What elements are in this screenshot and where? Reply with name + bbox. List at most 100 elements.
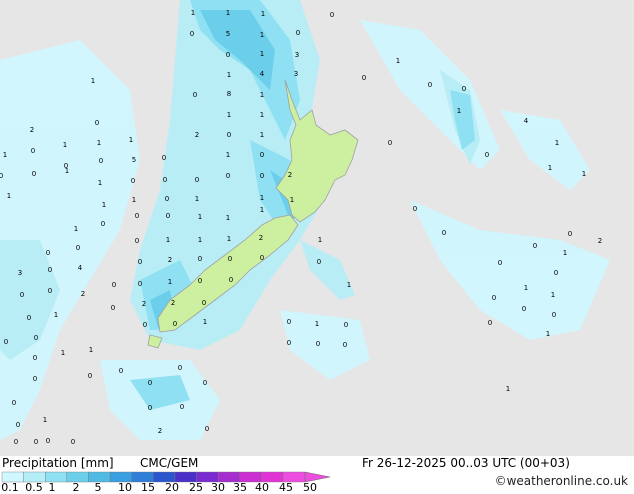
station-value: 1 xyxy=(74,225,78,233)
station-value: 0 xyxy=(166,212,170,220)
station-value: 1 xyxy=(260,31,264,39)
station-value: 0 xyxy=(138,280,142,288)
station-value: 3 xyxy=(295,51,299,59)
station-value: 0 xyxy=(27,314,31,322)
station-value: 1 xyxy=(551,291,555,299)
station-value: 0 xyxy=(162,154,166,162)
station-value: 5 xyxy=(226,30,230,38)
precipitation-map: 1 1 1000 5 10 1 31 4 3 010 08 10121 102 0 1141 1 11 0100 5… xyxy=(0,0,634,456)
station-value: 1 xyxy=(524,284,528,292)
station-value: 1 xyxy=(546,330,550,338)
station-value: 1 xyxy=(168,278,172,286)
station-value: 1 xyxy=(198,213,202,221)
station-value: 2 xyxy=(171,299,175,307)
station-value: 0 xyxy=(32,170,36,178)
station-value: 0 xyxy=(88,372,92,380)
station-value: 0 xyxy=(485,151,489,159)
station-value: 1 xyxy=(582,170,586,178)
credit-text[interactable]: ©weatheronline.co.uk xyxy=(495,474,628,488)
station-value: 0 xyxy=(343,341,347,349)
station-value: 1 xyxy=(347,281,351,289)
station-value: 2 xyxy=(30,126,34,134)
station-value: 3 xyxy=(18,269,22,277)
station-value: 1 xyxy=(226,9,230,17)
color-scale-tick-label: 40 xyxy=(255,481,269,494)
station-value: 0 xyxy=(180,403,184,411)
station-value: 0 xyxy=(111,304,115,312)
station-value: 0 xyxy=(138,258,142,266)
station-value: 1 xyxy=(226,151,230,159)
station-value: 1 xyxy=(506,385,510,393)
station-value: 1 xyxy=(226,214,230,222)
station-value: 1 xyxy=(65,167,69,175)
station-value: 0 xyxy=(190,30,194,38)
station-value: 1 xyxy=(43,416,47,424)
color-scale-tick-label: 15 xyxy=(141,481,155,494)
station-value: 1 xyxy=(203,318,207,326)
station-value: 0 xyxy=(20,291,24,299)
station-value: 0 xyxy=(428,81,432,89)
station-value: 0 xyxy=(76,244,80,252)
station-value: 0 xyxy=(95,119,99,127)
station-value: 0 xyxy=(14,438,18,446)
station-value: 0 xyxy=(203,379,207,387)
station-value: 0 xyxy=(533,242,537,250)
station-value: 0 xyxy=(552,311,556,319)
station-value: 1 xyxy=(290,196,294,204)
station-value: 1 xyxy=(315,320,319,328)
station-value: 0 xyxy=(135,212,139,220)
station-value: 0 xyxy=(498,259,502,267)
station-value: 1 xyxy=(260,50,264,58)
station-value: 0 xyxy=(165,195,169,203)
station-value: 2 xyxy=(142,300,146,308)
station-value: 1 xyxy=(548,164,552,172)
station-value: 0 xyxy=(173,320,177,328)
station-value: 2 xyxy=(158,427,162,435)
station-value: 1 xyxy=(457,107,461,115)
station-value: 4 xyxy=(78,264,83,272)
station-value: 2 xyxy=(81,290,85,298)
station-value: 1 xyxy=(260,194,264,202)
station-value: 1 xyxy=(132,196,136,204)
color-scale-tick-label: 1 xyxy=(48,481,56,494)
station-value: 1 xyxy=(97,139,101,147)
station-value: 0 xyxy=(34,334,38,342)
station-value: 1 xyxy=(261,10,265,18)
station-value: 1 xyxy=(563,249,567,257)
station-value: 1 xyxy=(227,71,231,79)
station-value: 0 xyxy=(163,176,167,184)
station-value: 4 xyxy=(260,70,265,78)
station-value: 0 xyxy=(193,91,197,99)
station-value: 1 xyxy=(89,346,93,354)
station-value: 0 xyxy=(287,339,291,347)
station-value: 1 xyxy=(227,111,231,119)
station-value: 1 xyxy=(260,206,264,214)
legend-panel: Precipitation [mm] CMC/GEM Fr 26-12-2025… xyxy=(0,456,634,494)
color-scale-tick-label: 10 xyxy=(118,481,132,494)
color-scale-tick-label: 50 xyxy=(303,481,317,494)
station-value: 0 xyxy=(260,254,264,262)
color-scale-tick-label: 20 xyxy=(165,481,179,494)
station-value: 0 xyxy=(71,438,75,446)
station-value: 1 xyxy=(129,136,133,144)
station-value: 3 xyxy=(294,70,298,78)
color-scale-tick-label: 0.1 xyxy=(1,481,19,494)
station-value: 0 xyxy=(226,172,230,180)
station-value: 1 xyxy=(260,131,264,139)
station-value: 0 xyxy=(413,205,417,213)
station-value: 0 xyxy=(46,437,50,445)
station-value: 0 xyxy=(119,367,123,375)
station-value: 1 xyxy=(63,141,67,149)
station-value: 1 xyxy=(102,201,106,209)
color-scale-tick-label: 25 xyxy=(189,481,203,494)
station-value: 1 xyxy=(7,192,11,200)
station-value: 0 xyxy=(522,305,526,313)
color-scale-tick-label: 5 xyxy=(94,481,102,494)
station-value: 0 xyxy=(48,266,52,274)
station-value: 1 xyxy=(318,236,322,244)
station-value: 0 xyxy=(442,229,446,237)
station-value: 0 xyxy=(48,287,52,295)
station-value: 0 xyxy=(198,255,202,263)
station-value: 0 xyxy=(16,421,20,429)
station-value: 0 xyxy=(46,249,50,257)
